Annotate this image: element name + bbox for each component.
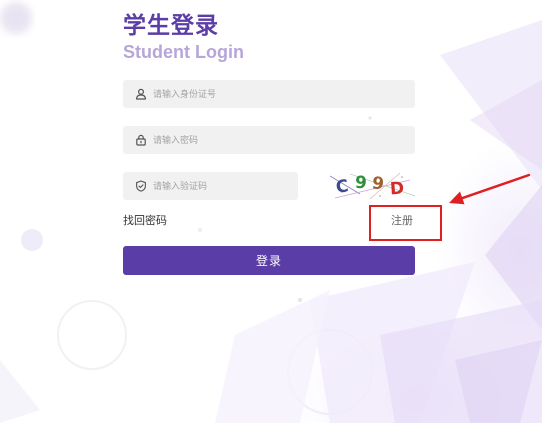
password-field[interactable]: [123, 126, 415, 154]
page-subtitle: Student Login: [123, 42, 244, 62]
login-page: 学生登录 Student Login 请输入身份证号 请输入验证码 C 9 9 …: [0, 0, 542, 423]
id-number-input[interactable]: [153, 80, 403, 108]
user-icon: [135, 88, 147, 100]
forgot-password-link[interactable]: 找回密码: [123, 214, 167, 228]
captcha-char: D: [389, 178, 405, 200]
shield-check-icon: [135, 180, 147, 192]
page-title: 学生登录: [123, 12, 219, 38]
captcha-input[interactable]: [153, 172, 288, 200]
captcha-field[interactable]: [123, 172, 298, 200]
register-link[interactable]: 注册: [391, 214, 413, 228]
password-input[interactable]: [153, 126, 403, 154]
id-number-field[interactable]: [123, 80, 415, 108]
captcha-image[interactable]: C 9 9 D: [330, 172, 415, 200]
captcha-char: C: [334, 176, 350, 198]
captcha-char: 9: [354, 172, 368, 194]
background-decoration: [0, 2, 542, 423]
login-button[interactable]: 登录: [123, 246, 415, 275]
lock-icon: [135, 134, 147, 146]
